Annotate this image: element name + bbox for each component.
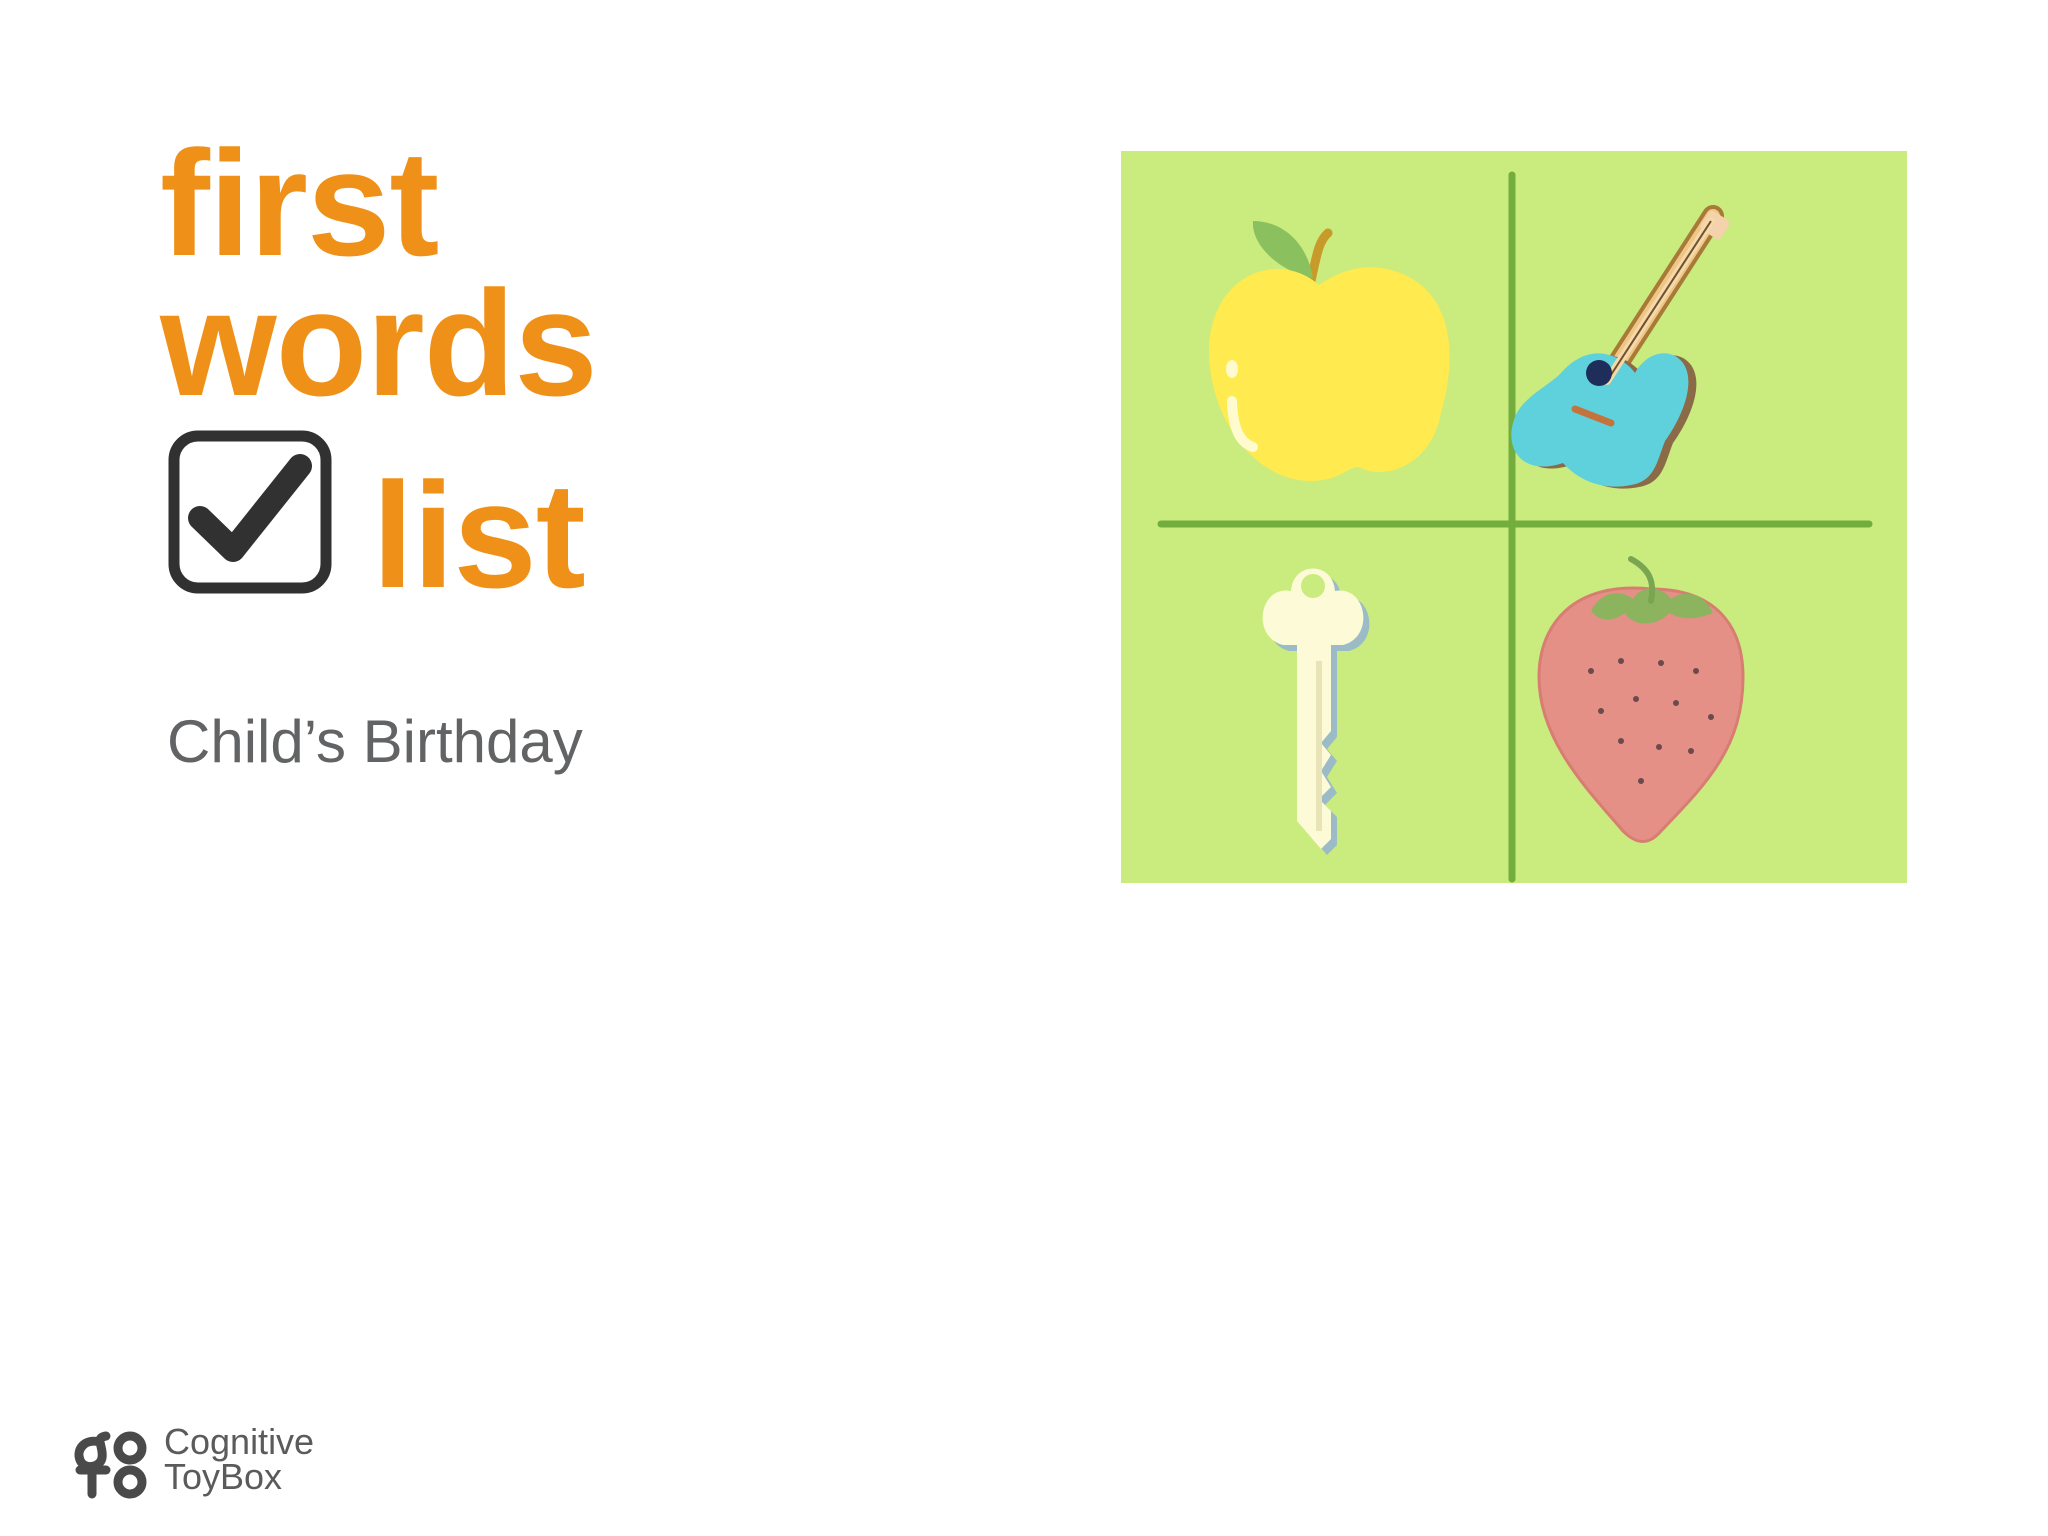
title-word-first: first: [160, 119, 439, 287]
title-word-words: words: [160, 259, 598, 427]
birthday-subtitle: Child’s Birthday: [167, 708, 583, 775]
brand-name-line2: ToyBox: [164, 1456, 283, 1497]
title-word-list: list: [372, 451, 586, 619]
checkbox-icon: [168, 430, 332, 594]
brand-name-line1: Cognitive: [164, 1421, 315, 1462]
cognitive-toybox-logo-icon: [72, 1428, 152, 1500]
illustration-panel: [1121, 151, 1907, 883]
brand-name: Cognitive ToyBox: [164, 1421, 315, 1497]
